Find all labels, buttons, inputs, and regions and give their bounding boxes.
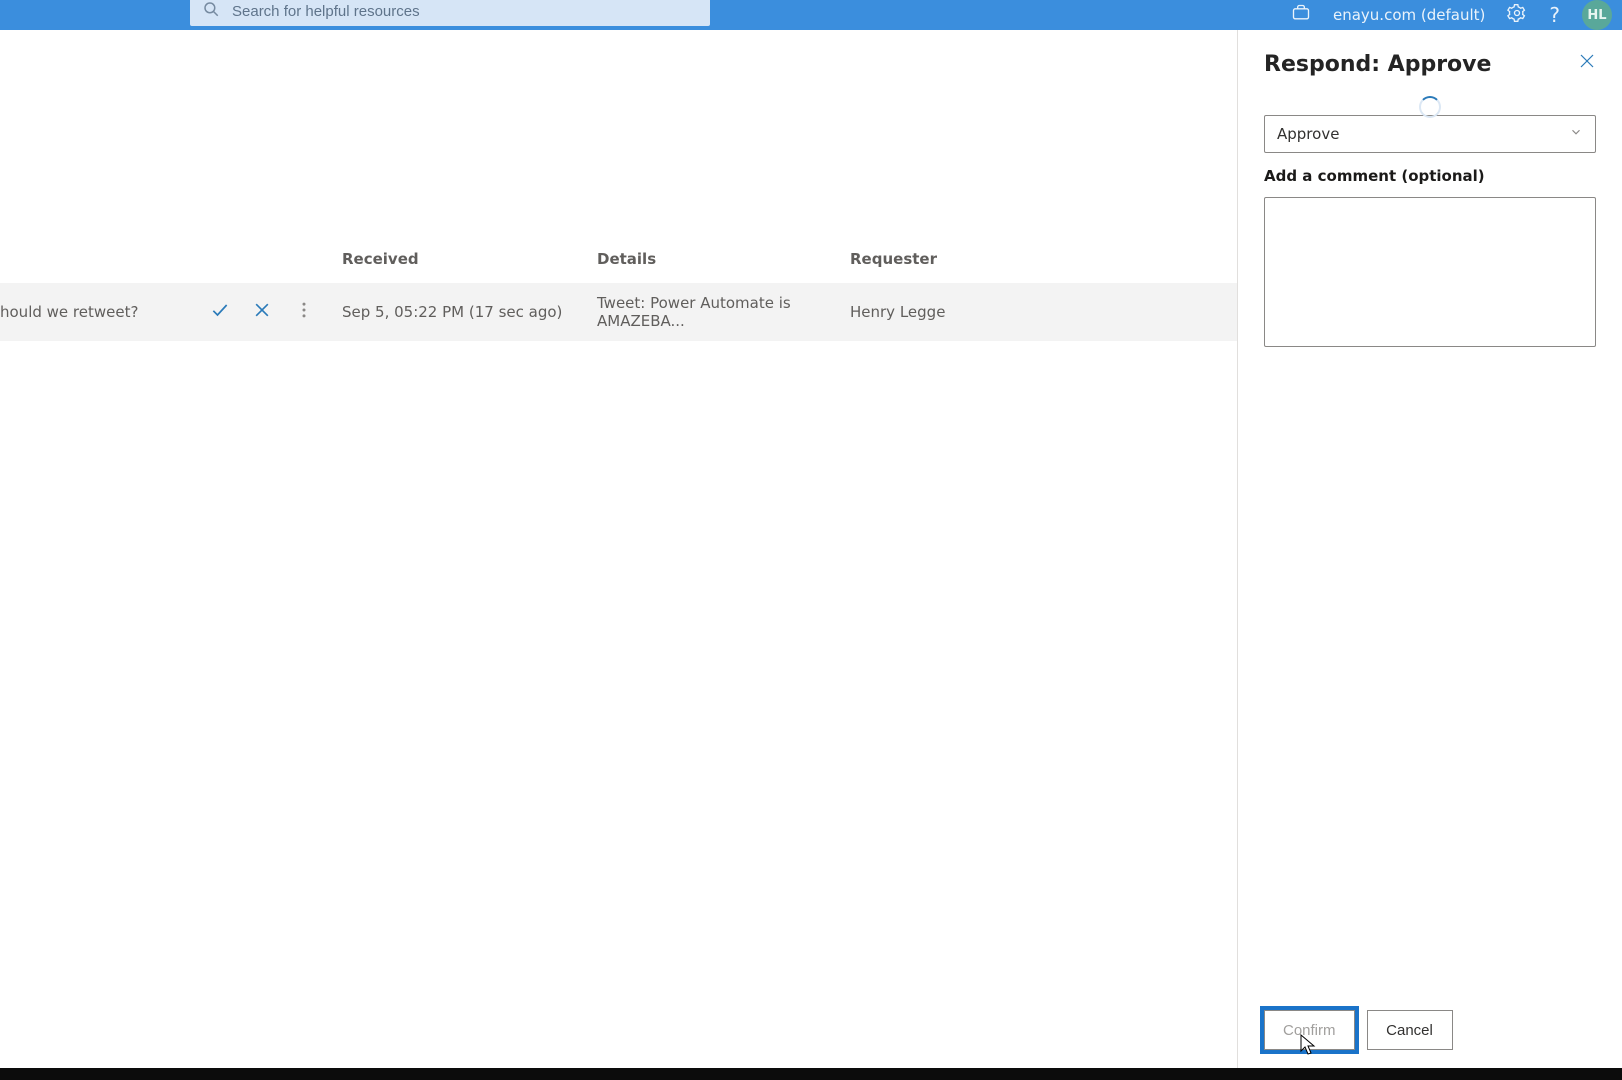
environment-name[interactable]: enayu.com (default) — [1333, 6, 1485, 24]
search-input[interactable] — [232, 3, 698, 20]
comment-label: Add a comment (optional) — [1264, 167, 1596, 185]
close-icon[interactable] — [1578, 52, 1596, 74]
confirm-button[interactable]: Confirm — [1264, 1010, 1355, 1050]
approvals-content: Received Details Requester hould we retw… — [0, 30, 1237, 1068]
col-requester: Requester — [850, 250, 1237, 268]
col-details: Details — [597, 250, 850, 268]
comment-input[interactable] — [1264, 197, 1596, 347]
avatar[interactable]: HL — [1582, 0, 1612, 30]
avatar-initials: HL — [1587, 8, 1606, 23]
panel-title: Respond: Approve — [1264, 52, 1491, 77]
approval-details: Tweet: Power Automate is AMAZEBA... — [597, 294, 850, 330]
confirm-button-label: Confirm — [1283, 1022, 1336, 1039]
help-icon[interactable]: ? — [1549, 3, 1560, 27]
more-icon[interactable] — [294, 300, 314, 324]
loading-spinner-icon — [1419, 96, 1441, 118]
respond-panel: Respond: Approve Approve Add a comment (… — [1237, 30, 1622, 1068]
cancel-button-label: Cancel — [1386, 1022, 1433, 1039]
cancel-button[interactable]: Cancel — [1367, 1010, 1453, 1050]
approval-requester: Henry Legge — [850, 303, 1237, 321]
environment-icon — [1291, 3, 1311, 27]
chevron-down-icon — [1569, 125, 1583, 143]
approval-row[interactable]: hould we retweet? Sep 5, 05:22 PM (17 se… — [0, 283, 1237, 341]
col-received: Received — [342, 250, 597, 268]
global-search[interactable] — [190, 0, 710, 26]
top-bar: enayu.com (default) ? HL — [0, 0, 1622, 30]
response-select[interactable]: Approve — [1264, 115, 1596, 153]
column-headers: Received Details Requester — [0, 235, 1237, 283]
gear-icon[interactable] — [1507, 3, 1527, 27]
response-select-value: Approve — [1277, 125, 1339, 143]
check-icon[interactable] — [210, 300, 230, 324]
search-icon — [202, 0, 232, 22]
x-icon[interactable] — [252, 300, 272, 324]
approval-title: hould we retweet? — [0, 303, 190, 321]
top-bar-right: enayu.com (default) ? HL — [1291, 0, 1612, 30]
approval-received: Sep 5, 05:22 PM (17 sec ago) — [342, 303, 597, 321]
taskbar — [0, 1068, 1622, 1080]
